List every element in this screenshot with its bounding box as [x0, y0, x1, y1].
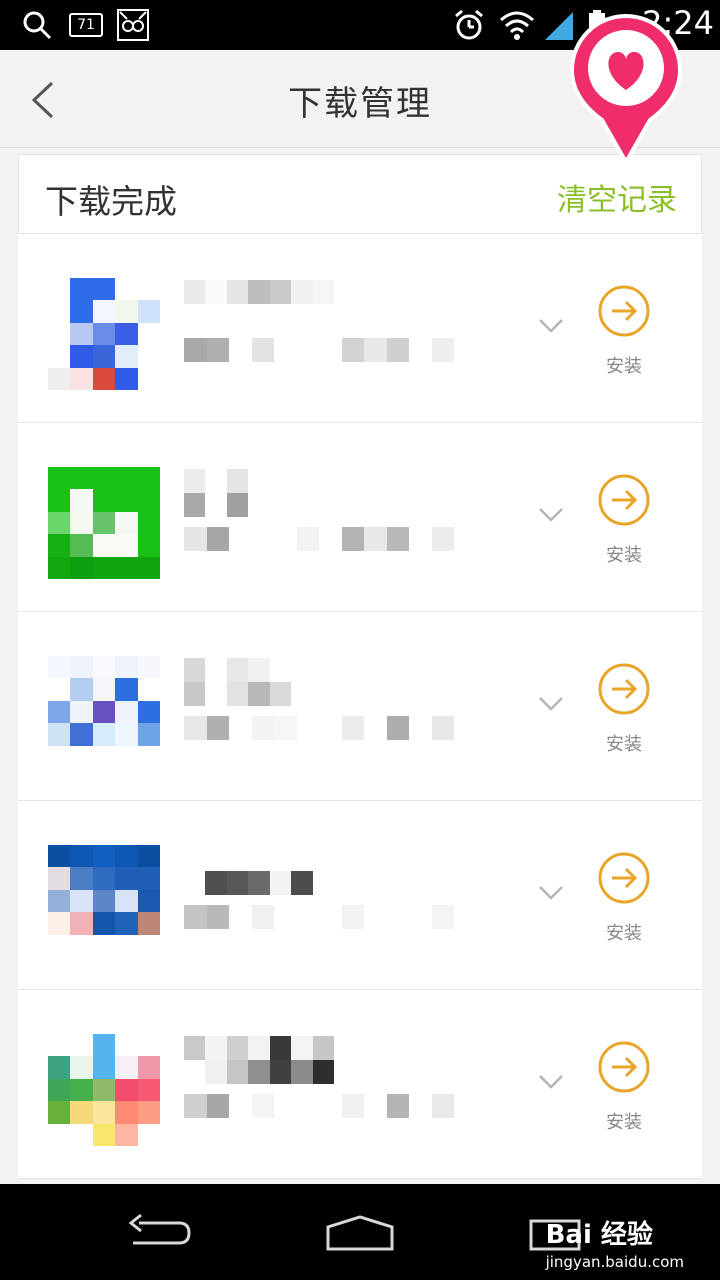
install-label: 安装 [606, 356, 642, 377]
notification-count-icon: 71 [68, 8, 104, 42]
app-name-blurred [184, 658, 334, 706]
arrow-right-circle-icon [598, 474, 650, 526]
install-label: 安装 [606, 545, 642, 566]
install-button[interactable]: 安装 [588, 473, 660, 573]
app-meta-blurred [184, 1094, 454, 1118]
watermark-logo: Bai 经验 [545, 1220, 653, 1250]
app-meta-blurred [184, 527, 454, 551]
wifi-icon [498, 8, 536, 42]
app-icon-lightblue [48, 656, 160, 768]
back-nav-icon [128, 1213, 191, 1245]
section-title: 下载完成 [45, 182, 177, 221]
arrow-right-circle-icon [598, 663, 650, 715]
app-icon-colorful [48, 1034, 160, 1146]
app-name-blurred [184, 469, 334, 517]
chevron-down-icon[interactable] [536, 688, 566, 718]
arrow-right-circle-icon [598, 1041, 650, 1093]
cat-app-icon [116, 8, 150, 42]
install-label: 安装 [606, 923, 642, 944]
home-nav-icon [326, 1215, 394, 1251]
install-button[interactable]: 安装 [588, 1040, 660, 1140]
app-icon-blue [48, 278, 160, 390]
watermark-url: jingyan.baidu.com [545, 1253, 684, 1271]
heart-icon [569, 13, 683, 167]
list-item[interactable]: 安装 [18, 612, 702, 801]
install-button[interactable]: 安装 [588, 662, 660, 762]
alarm-icon [452, 8, 486, 42]
app-meta-blurred [184, 338, 454, 362]
app-meta-blurred [184, 905, 454, 929]
list-item[interactable]: 安装 [18, 990, 702, 1179]
install-button[interactable]: 安装 [588, 851, 660, 951]
search-icon [20, 8, 54, 42]
install-button[interactable]: 安装 [588, 284, 660, 384]
install-label: 安装 [606, 1112, 642, 1133]
home-nav-button[interactable] [318, 1208, 402, 1258]
chevron-down-icon[interactable] [536, 1066, 566, 1096]
app-icon-green [48, 467, 160, 579]
app-meta-blurred [184, 716, 454, 740]
clear-records-button[interactable]: 清空记录 [557, 175, 677, 219]
chevron-down-icon[interactable] [536, 877, 566, 907]
back-nav-button[interactable] [120, 1208, 200, 1258]
list-item[interactable]: 安装 [18, 801, 702, 990]
arrow-right-circle-icon [598, 285, 650, 337]
app-name-blurred [184, 847, 334, 895]
install-label: 安装 [606, 734, 642, 755]
chevron-down-icon[interactable] [536, 499, 566, 529]
list-item[interactable]: 安装 [18, 423, 702, 612]
app-name-blurred [184, 280, 334, 328]
app-icon-darkblue [48, 845, 160, 957]
download-content: 下载完成 清空记录 安装 安装 安装 安装 安装 [0, 148, 720, 1184]
download-list: 安装 安装 安装 安装 安装 [18, 234, 702, 1179]
notification-count: 71 [69, 13, 103, 37]
arrow-right-circle-icon [598, 852, 650, 904]
favorite-badge[interactable] [566, 10, 686, 170]
baidu-jingyan-watermark: Bai 经验 jingyan.baidu.com [546, 1214, 684, 1271]
list-item[interactable]: 安装 [18, 234, 702, 423]
app-name-blurred [184, 1036, 334, 1084]
chevron-down-icon[interactable] [536, 310, 566, 340]
